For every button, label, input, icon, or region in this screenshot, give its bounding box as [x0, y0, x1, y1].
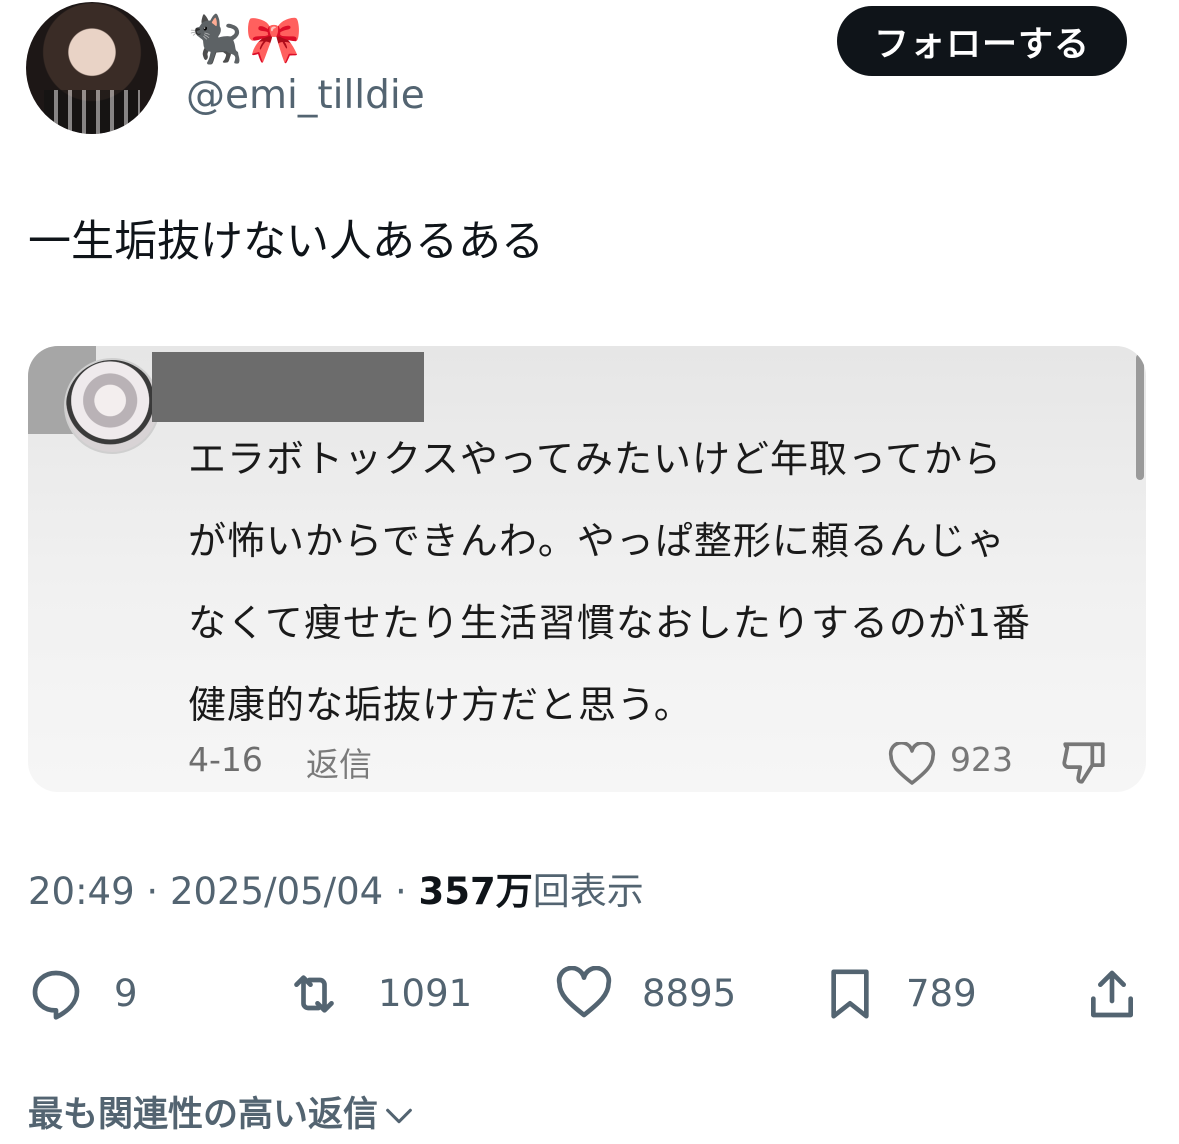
chevron-down-icon — [386, 1108, 412, 1124]
comment-line: エラボトックスやってみたいけど年取ってから — [188, 437, 1003, 481]
tweet-text: 一生垢抜けない人あるある — [28, 217, 544, 267]
reply-icon[interactable] — [28, 966, 84, 1022]
tweet-meta: 20:49 · 2025/05/04 · 357万回表示 — [28, 866, 644, 918]
card-scrollbar — [1136, 354, 1144, 480]
comment-like-count: 923 — [950, 740, 1013, 779]
commenter-avatar — [64, 358, 160, 454]
retweet-icon[interactable] — [286, 966, 342, 1022]
view-count: 357万 — [418, 870, 533, 913]
redacted-username — [152, 352, 424, 422]
follow-button[interactable]: フォローする — [837, 6, 1127, 76]
meta-separator: · — [146, 870, 170, 913]
display-name[interactable]: 🐈‍⬛🎀 — [186, 12, 305, 66]
heart-icon[interactable] — [556, 966, 612, 1022]
comment-line: なくて痩せたり生活習慣なおしたりするのが1番 — [188, 601, 1032, 645]
comment-line: 健康的な垢抜け方だと思う。 — [188, 683, 693, 727]
thumbs-down-icon — [1062, 742, 1105, 784]
tweet-date: 2025/05/04 — [169, 870, 384, 913]
views-label: 回表示 — [532, 870, 644, 913]
relevant-replies-toggle[interactable]: 最も関連性の高い返信 — [28, 1090, 416, 1140]
comment-text: エラボトックスやってみたいけど年取ってから が怖いからできんわ。やっぱ整形に頼る… — [188, 418, 1128, 746]
like-count[interactable]: 8895 — [642, 966, 736, 1022]
comment-reply-link: 返信 — [306, 745, 372, 784]
bookmark-icon[interactable] — [822, 966, 878, 1022]
user-handle[interactable]: @emi_tilldie — [186, 72, 425, 120]
tweet-time: 20:49 — [28, 870, 135, 913]
bookmark-count[interactable]: 789 — [906, 966, 977, 1022]
relevant-replies-label: 最も関連性の高い返信 — [28, 1095, 379, 1135]
comment-line: が怖いからできんわ。やっぱ整形に頼るんじゃ — [188, 519, 1006, 563]
meta-separator: · — [394, 870, 419, 913]
reply-count[interactable]: 9 — [114, 966, 138, 1022]
heart-icon — [888, 742, 936, 785]
comment-date: 4-16 — [188, 740, 263, 779]
share-icon[interactable] — [1084, 966, 1140, 1022]
embedded-comment-image[interactable]: エラボトックスやってみたいけど年取ってから が怖いからできんわ。やっぱ整形に頼る… — [28, 346, 1146, 792]
retweet-count[interactable]: 1091 — [378, 966, 472, 1022]
profile-avatar[interactable] — [26, 2, 158, 134]
